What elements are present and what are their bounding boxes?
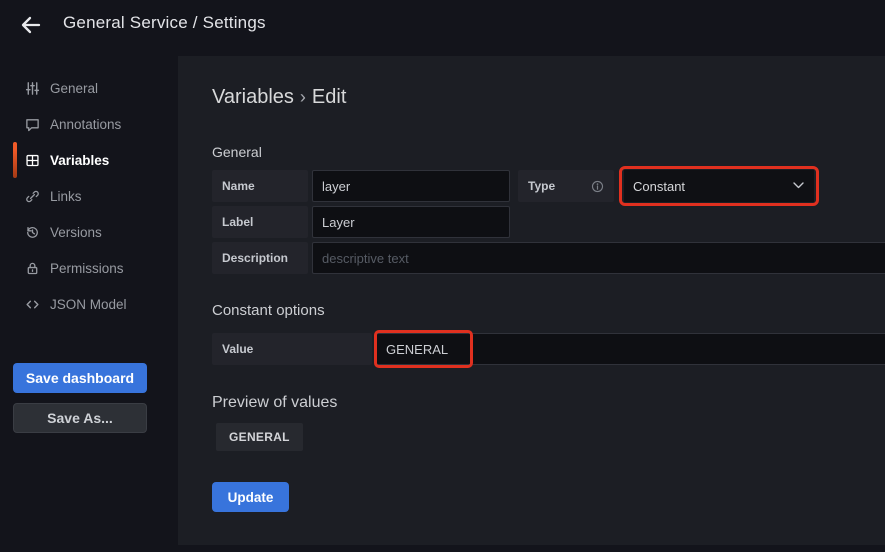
back-button[interactable] <box>16 10 46 40</box>
info-icon[interactable] <box>591 180 604 193</box>
name-field-label: Name <box>212 170 308 202</box>
breadcrumb-separator: › <box>294 87 312 107</box>
value-field-label: Value <box>212 333 372 365</box>
page-header-title: General Service / Settings <box>63 13 266 33</box>
breadcrumb-page: Edit <box>312 86 346 108</box>
sidebar-item-annotations[interactable]: Annotations <box>0 106 178 142</box>
sidebar-item-general[interactable]: General <box>0 70 178 106</box>
sidebar-item-label: Versions <box>50 225 102 240</box>
label-input[interactable] <box>312 206 510 238</box>
update-button[interactable]: Update <box>212 482 289 512</box>
preview-heading: Preview of values <box>212 394 337 412</box>
general-section-heading: General <box>212 144 262 160</box>
settings-sidebar: General Annotations Variables Links <box>0 70 178 322</box>
value-row: Value <box>212 333 885 365</box>
sidebar-item-permissions[interactable]: Permissions <box>0 250 178 286</box>
breadcrumb-variables-link[interactable]: Variables <box>212 86 294 108</box>
sidebar-item-variables[interactable]: Variables <box>0 142 178 178</box>
breadcrumb: Variables›Edit <box>212 86 346 109</box>
chevron-down-icon <box>793 182 804 189</box>
link-icon <box>24 188 40 204</box>
grid-icon <box>24 152 40 168</box>
description-input[interactable] <box>312 242 885 274</box>
type-field-label: Type <box>518 170 614 202</box>
sidebar-item-json-model[interactable]: JSON Model <box>0 286 178 322</box>
sidebar-item-label: JSON Model <box>50 297 127 312</box>
sidebar-item-label: Annotations <box>50 117 121 132</box>
code-icon <box>24 296 40 312</box>
arrow-left-icon <box>19 13 43 37</box>
save-as-button[interactable]: Save As... <box>13 403 147 433</box>
history-icon <box>24 224 40 240</box>
lock-icon <box>24 260 40 276</box>
name-type-row: Name Type Constant <box>212 170 885 202</box>
sidebar-item-label: Variables <box>50 153 109 168</box>
sidebar-item-label: General <box>50 81 98 96</box>
sidebar-item-label: Permissions <box>50 261 124 276</box>
type-select-value: Constant <box>633 179 685 194</box>
sidebar-item-versions[interactable]: Versions <box>0 214 178 250</box>
type-select[interactable]: Constant <box>624 170 814 202</box>
comment-icon <box>24 116 40 132</box>
save-dashboard-button[interactable]: Save dashboard <box>13 363 147 393</box>
description-row: Description <box>212 242 885 274</box>
name-input[interactable] <box>312 170 510 202</box>
label-row: Label <box>212 206 885 238</box>
settings-content-panel: Variables›Edit General Name Type Constan… <box>178 56 885 545</box>
sidebar-item-label: Links <box>50 189 82 204</box>
preview-value-badge: GENERAL <box>216 423 303 451</box>
sliders-icon <box>24 80 40 96</box>
value-input[interactable] <box>376 333 885 365</box>
description-field-label: Description <box>212 242 308 274</box>
sidebar-item-links[interactable]: Links <box>0 178 178 214</box>
label-field-label: Label <box>212 206 308 238</box>
constant-options-heading: Constant options <box>212 302 325 319</box>
